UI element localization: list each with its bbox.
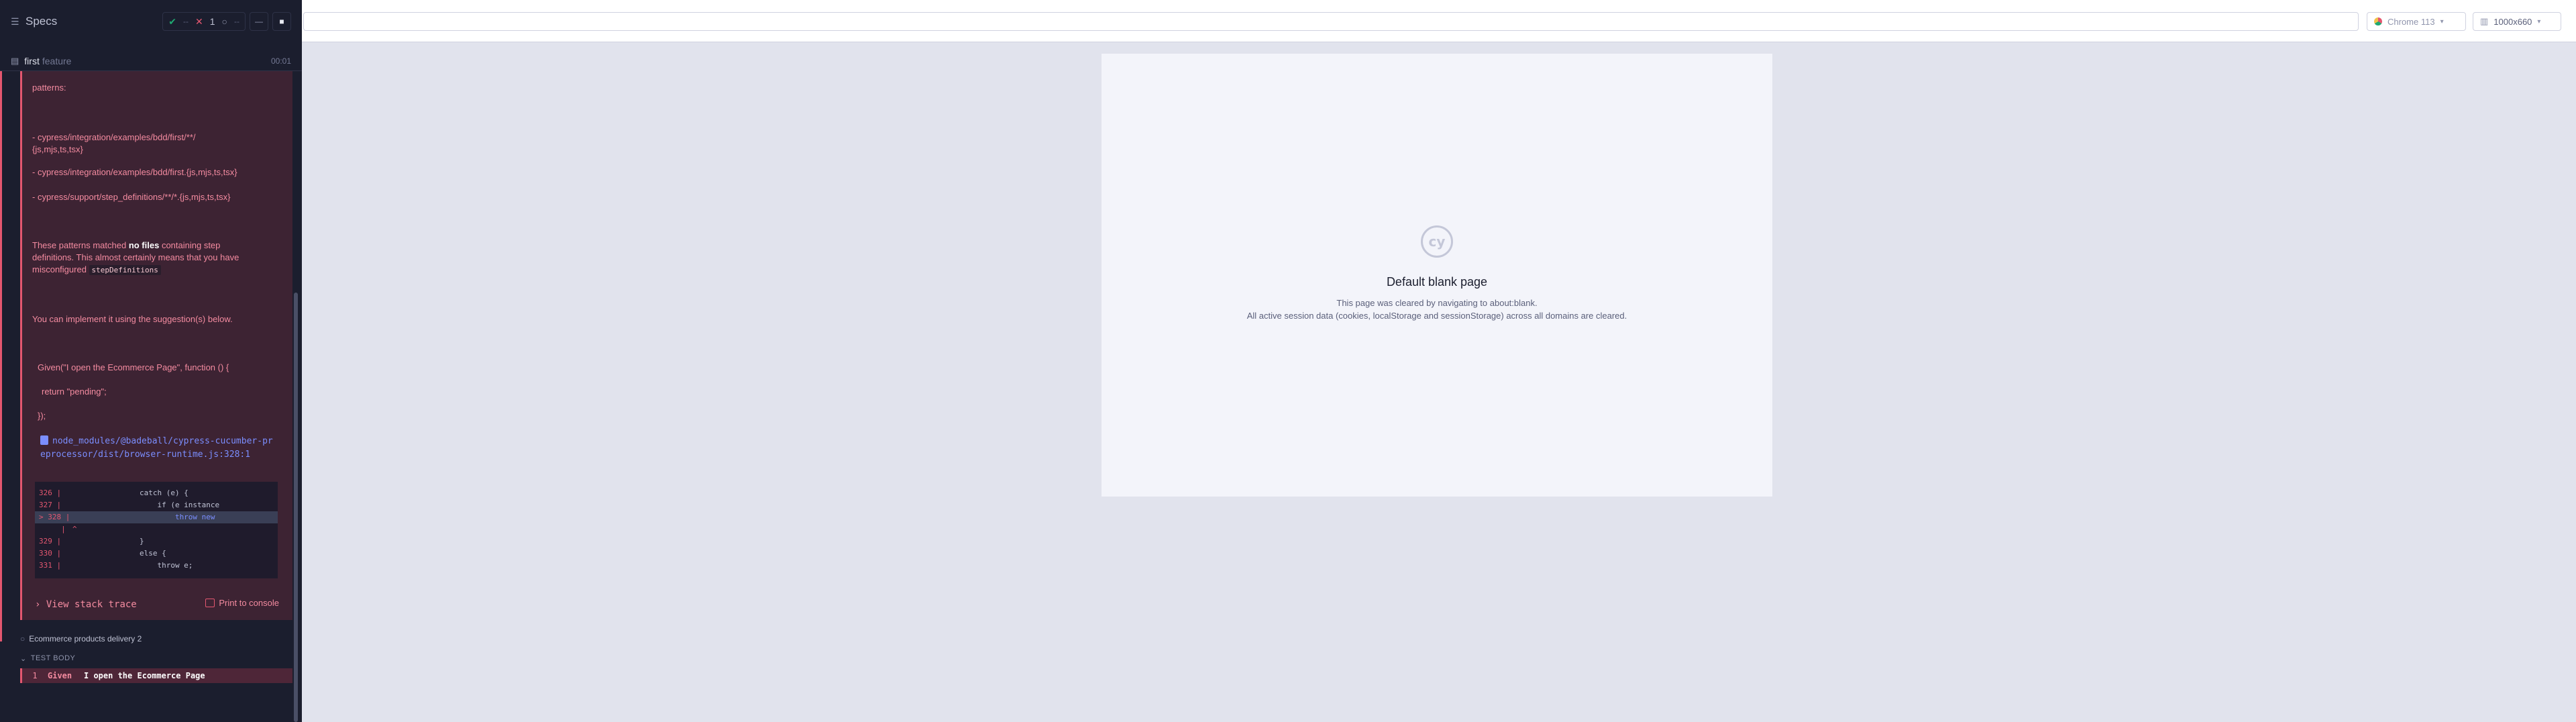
code-line-source: ^ bbox=[72, 525, 77, 533]
error-pattern-1b: {js,mjs,ts,tsx} bbox=[32, 144, 83, 154]
error-pattern-2: - cypress/integration/examples/bdd/first… bbox=[32, 167, 237, 177]
file-link-icon bbox=[40, 435, 48, 445]
specs-list-icon[interactable]: ☰ bbox=[11, 17, 20, 26]
code-line-source: throw e; bbox=[68, 561, 193, 570]
spec-duration: 00:01 bbox=[270, 56, 291, 66]
code-line-source: throw new bbox=[68, 513, 215, 521]
aut-iframe: cy Default blank page This page was clea… bbox=[1102, 54, 1772, 497]
code-line: | ^ bbox=[35, 523, 278, 535]
test-body-label: TEST BODY bbox=[30, 654, 76, 662]
blank-page-title: Default blank page bbox=[1386, 275, 1488, 289]
pending-circle-icon: ○ bbox=[20, 634, 25, 643]
collapse-button[interactable]: — bbox=[250, 12, 268, 31]
matched-post: containing step bbox=[159, 240, 221, 250]
reporter-header: ☰ Specs ✔ -- ✕ 1 ○ -- — ■ bbox=[0, 0, 302, 43]
code-line-source: else { bbox=[68, 549, 166, 558]
suggestion-code-3: }); bbox=[38, 411, 46, 421]
spec-name: first bbox=[24, 55, 40, 66]
error-pattern-1a: - cypress/integration/examples/bdd/first… bbox=[32, 132, 196, 142]
browser-name: Chrome 113 bbox=[2387, 16, 2435, 27]
code-line-number: 330 | bbox=[39, 549, 62, 558]
code-line-number: 326 | bbox=[39, 488, 62, 497]
cypress-logo-icon: cy bbox=[1421, 225, 1453, 258]
code-line-source: catch (e) { bbox=[68, 488, 189, 497]
test-stats: ✔ -- ✕ 1 ○ -- bbox=[162, 12, 246, 31]
matched-pre: These patterns matched bbox=[32, 240, 129, 250]
failed-icon: ✕ bbox=[195, 15, 203, 27]
reporter-controls: ✔ -- ✕ 1 ○ -- — ■ bbox=[162, 12, 291, 31]
viewport-icon: ▥ bbox=[2480, 16, 2489, 26]
chrome-icon bbox=[2374, 17, 2382, 25]
spec-extension: feature bbox=[42, 55, 72, 66]
code-line-number: 331 | bbox=[39, 561, 62, 570]
pending-count: -- bbox=[234, 17, 239, 26]
pending-icon: ○ bbox=[221, 16, 227, 27]
command-number: 1 bbox=[32, 671, 38, 680]
stop-button[interactable]: ■ bbox=[272, 12, 291, 31]
failed-count: 1 bbox=[209, 16, 215, 27]
next-test-row[interactable]: ○ Ecommerce products delivery 2 bbox=[20, 634, 142, 643]
blank-page-line1: This page was cleared by navigating to a… bbox=[1336, 298, 1538, 308]
error-border bbox=[20, 71, 22, 620]
chevron-down-icon: ⌄ bbox=[20, 655, 27, 663]
file-link-text: node_modules/@badeball/cypress-cucumber-… bbox=[40, 436, 273, 460]
suggestion-code-2: return "pending"; bbox=[42, 386, 107, 397]
code-line: 326 | catch (e) { bbox=[35, 487, 278, 499]
url-bar[interactable] bbox=[303, 12, 2359, 31]
browser-selector[interactable]: Chrome 113 ▾ bbox=[2367, 12, 2466, 31]
spec-row[interactable]: ▤ first feature 00:01 bbox=[0, 51, 302, 71]
error-matched-line1: These patterns matched no files containi… bbox=[32, 240, 220, 252]
view-stack-label: View stack trace bbox=[46, 599, 137, 610]
error-matched-line2: definitions. This almost certainly means… bbox=[32, 252, 239, 262]
code-line: 330 | else { bbox=[35, 548, 278, 560]
passed-icon: ✔ bbox=[168, 15, 176, 27]
stack-file-link[interactable]: node_modules/@badeball/cypress-cucumber-… bbox=[40, 435, 274, 462]
matched-line3-pre: misconfigured bbox=[32, 264, 89, 274]
file-icon: ▤ bbox=[11, 55, 19, 66]
chevron-right-icon: › bbox=[35, 599, 41, 610]
failed-test-rail bbox=[0, 71, 2, 641]
code-line-highlighted: > 328 | throw new bbox=[35, 511, 278, 523]
collapse-icon: — bbox=[255, 17, 263, 26]
code-line-number: > 328 | bbox=[39, 513, 70, 521]
print-console-label: Print to console bbox=[219, 598, 279, 608]
test-body-header[interactable]: ⌄ TEST BODY bbox=[20, 654, 75, 663]
reporter-panel: ☰ Specs ✔ -- ✕ 1 ○ -- — ■ ▤ first featur… bbox=[0, 0, 302, 722]
code-line-number: 327 | bbox=[39, 501, 62, 509]
print-to-console-button[interactable]: Print to console bbox=[205, 598, 279, 608]
printer-icon bbox=[205, 599, 215, 607]
error-suggestion: You can implement it using the suggestio… bbox=[32, 314, 233, 324]
passed-count: -- bbox=[183, 17, 189, 26]
chevron-down-icon: ▾ bbox=[2537, 17, 2541, 25]
error-pattern-3: - cypress/support/step_definitions/**/*.… bbox=[32, 192, 231, 202]
code-line-source: } bbox=[68, 537, 144, 546]
stop-icon: ■ bbox=[279, 17, 284, 26]
error-patterns-label: patterns: bbox=[32, 83, 66, 93]
blank-page-line2: All active session data (cookies, localS… bbox=[1246, 311, 1627, 321]
command-message: I open the Ecommerce Page bbox=[84, 671, 205, 680]
viewport-selector[interactable]: ▥ 1000x660 ▾ bbox=[2473, 12, 2561, 31]
matched-bold: no files bbox=[128, 240, 160, 250]
next-test-title: Ecommerce products delivery 2 bbox=[29, 634, 142, 643]
code-line-number: | bbox=[39, 525, 66, 533]
code-frame: 326 | catch (e) { 327 | if (e instance >… bbox=[35, 482, 278, 578]
command-name: Given bbox=[48, 671, 72, 680]
suggestion-code-1: Given("I open the Ecommerce Page", funct… bbox=[38, 362, 229, 372]
code-line: 329 | } bbox=[35, 535, 278, 548]
step-definitions-chip: stepDefinitions bbox=[89, 265, 161, 275]
specs-title[interactable]: Specs bbox=[25, 15, 57, 28]
reporter-scrollbar-thumb[interactable] bbox=[294, 293, 298, 722]
view-stack-trace-toggle[interactable]: › View stack trace bbox=[35, 599, 137, 610]
code-line: 331 | throw e; bbox=[35, 560, 278, 572]
viewport-size: 1000x660 bbox=[2493, 16, 2532, 27]
command-row[interactable]: 1 Given I open the Ecommerce Page bbox=[20, 668, 292, 683]
cypress-logo-text: cy bbox=[1428, 234, 1446, 250]
code-line-number: 329 | bbox=[39, 537, 62, 546]
chevron-down-icon: ▾ bbox=[2440, 17, 2444, 25]
error-matched-line3: misconfigured stepDefinitions bbox=[32, 264, 161, 276]
code-line: 327 | if (e instance bbox=[35, 499, 278, 511]
code-line-source: if (e instance bbox=[68, 501, 220, 509]
